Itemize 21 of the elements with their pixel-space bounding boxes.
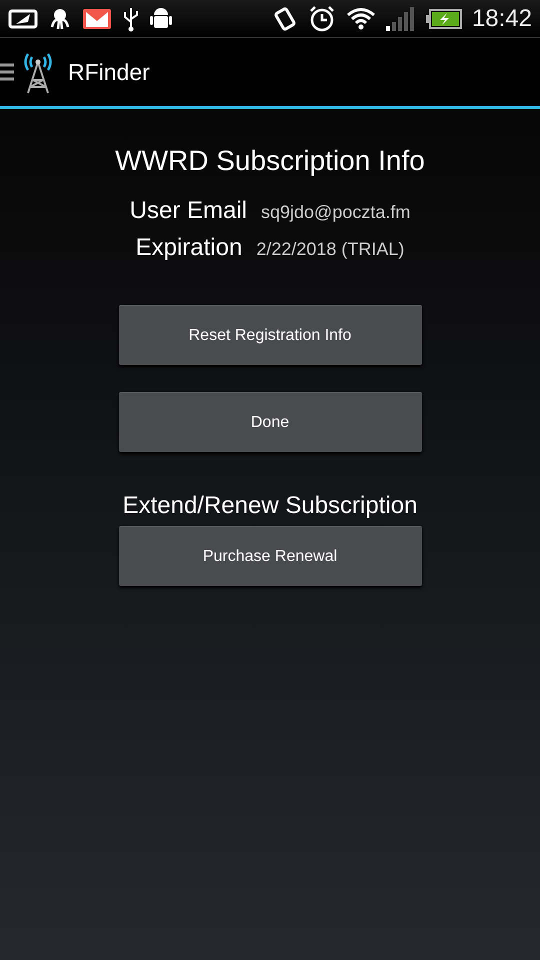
- page-heading: WWRD Subscription Info: [115, 145, 425, 177]
- info-label: Expiration: [136, 234, 242, 262]
- purchase-button[interactable]: Purchase Renewal: [118, 526, 422, 586]
- info-label: User Email: [130, 197, 247, 225]
- alarm-icon: [308, 4, 336, 32]
- battery-charging-icon: [426, 8, 462, 28]
- menu-icon[interactable]: [0, 62, 14, 82]
- clock-time: 18:42: [472, 4, 532, 32]
- info-value: sq9jdo@poczta.fm: [261, 202, 410, 223]
- usb-icon: [122, 6, 140, 32]
- section-heading: Extend/Renew Subscription: [122, 492, 418, 520]
- battery-saver-icon: [8, 8, 38, 30]
- action-button[interactable]: Reset Registration Info: [118, 305, 422, 365]
- vibrate-icon: [272, 6, 298, 32]
- wifi-icon: [346, 6, 376, 30]
- octopus-icon: [48, 6, 72, 30]
- info-value: 2/22/2018 (TRIAL): [256, 239, 404, 260]
- mail-icon: [82, 8, 112, 30]
- signal-icon: [386, 6, 416, 32]
- app-title: RFinder: [68, 58, 150, 86]
- action-button[interactable]: Done: [118, 392, 422, 452]
